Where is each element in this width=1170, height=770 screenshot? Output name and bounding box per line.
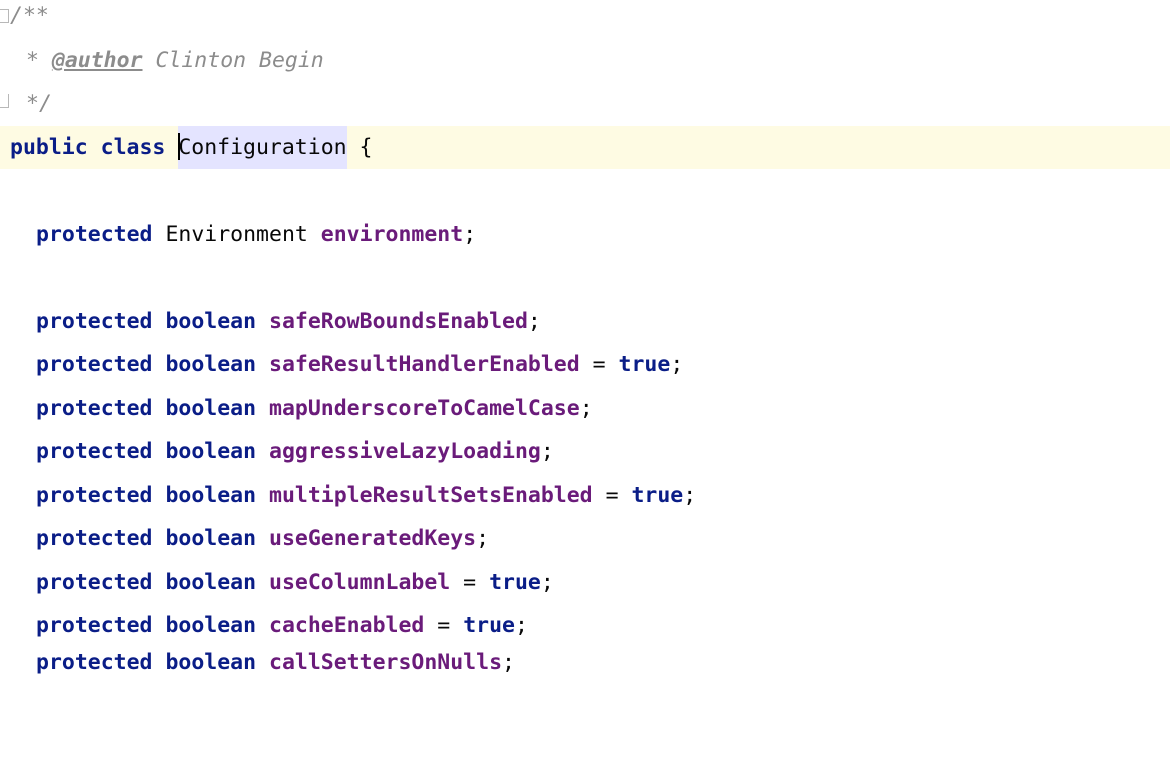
semicolon: ; — [463, 222, 477, 247]
fold-end-marker-icon[interactable] — [0, 94, 9, 108]
keyword-public: public — [10, 135, 88, 160]
field-name: useGeneratedKeys — [269, 526, 477, 551]
field-value: true — [463, 613, 515, 638]
field-declaration: protected boolean safeRowBoundsEnabled; — [36, 300, 541, 343]
author-name: Clinton Begin — [155, 48, 324, 73]
semicolon: ; — [476, 526, 490, 551]
author-tag: @author — [51, 48, 143, 73]
type-boolean: boolean — [165, 650, 257, 675]
modifier-protected: protected — [36, 352, 153, 377]
field-declaration: protected boolean aggressiveLazyLoading; — [36, 430, 554, 473]
fold-marker-icon[interactable] — [0, 9, 9, 23]
field-name: cacheEnabled — [269, 613, 425, 638]
field-declaration: protected boolean useColumnLabel = true; — [36, 561, 554, 604]
code-editor[interactable]: /** * @author Clinton Begin */ public cl… — [0, 0, 1170, 684]
assign-operator: = — [592, 483, 632, 508]
field-declaration: protected boolean mapUnderscoreToCamelCa… — [36, 387, 593, 430]
class-name: Configuration — [178, 135, 347, 160]
type-boolean: boolean — [165, 526, 257, 551]
type-boolean: boolean — [165, 483, 257, 508]
field-name: environment — [320, 222, 464, 247]
code-line-field[interactable]: protected boolean multipleResultSetsEnab… — [0, 474, 1170, 517]
field-name: callSettersOnNulls — [269, 650, 503, 675]
field-declaration: protected boolean callSettersOnNulls; — [36, 641, 515, 684]
modifier-protected: protected — [36, 222, 153, 247]
field-name: aggressiveLazyLoading — [269, 439, 541, 464]
semicolon: ; — [670, 352, 684, 377]
field-name: useColumnLabel — [269, 570, 451, 595]
modifier-protected: protected — [36, 439, 153, 464]
type-boolean: boolean — [165, 439, 257, 464]
code-line-field[interactable]: protected boolean mapUnderscoreToCamelCa… — [0, 387, 1170, 430]
field-name: safeRowBoundsEnabled — [269, 309, 528, 334]
semicolon: ; — [540, 439, 554, 464]
doc-comment-open: /** — [10, 3, 49, 28]
code-line-class-declaration[interactable]: public class Configuration { — [0, 126, 1170, 169]
code-line-doc-open[interactable]: /** — [0, 0, 1170, 37]
type-boolean: boolean — [165, 352, 257, 377]
modifier-protected: protected — [36, 309, 153, 334]
code-line-field[interactable]: protected boolean safeResultHandlerEnabl… — [0, 343, 1170, 386]
modifier-protected: protected — [36, 570, 153, 595]
semicolon: ; — [683, 483, 697, 508]
class-declaration: public class Configuration { — [10, 126, 373, 169]
field-declaration: protected boolean useGeneratedKeys; — [36, 517, 489, 560]
type-boolean: boolean — [165, 570, 257, 595]
type-boolean: boolean — [165, 396, 257, 421]
semicolon: ; — [540, 570, 554, 595]
doc-comment-author-line: * @author Clinton Begin — [26, 39, 324, 82]
assign-operator: = — [579, 352, 619, 377]
modifier-protected: protected — [36, 526, 153, 551]
field-declaration: protected boolean safeResultHandlerEnabl… — [36, 343, 683, 386]
field-name: mapUnderscoreToCamelCase — [269, 396, 580, 421]
type-boolean: boolean — [165, 309, 257, 334]
code-line-field[interactable]: protected boolean safeRowBoundsEnabled; — [0, 300, 1170, 343]
assign-operator: = — [424, 613, 464, 638]
code-line-field[interactable]: protected boolean useGeneratedKeys; — [0, 517, 1170, 560]
field-name: safeResultHandlerEnabled — [269, 352, 580, 377]
assign-operator: = — [450, 570, 490, 595]
field-value: true — [618, 352, 671, 377]
environment-field-declaration: protected Environment environment; — [36, 213, 476, 256]
code-line-environment-field[interactable]: protected Environment environment; — [0, 213, 1170, 256]
modifier-protected: protected — [36, 613, 153, 638]
semicolon: ; — [502, 650, 515, 675]
modifier-protected: protected — [36, 483, 153, 508]
type-boolean: boolean — [165, 613, 257, 638]
code-line-doc-close[interactable]: */ — [0, 82, 1170, 125]
keyword-class: class — [100, 135, 166, 160]
field-value: true — [489, 570, 541, 595]
modifier-protected: protected — [36, 396, 153, 421]
field-name: multipleResultSetsEnabled — [269, 483, 593, 508]
doc-comment-close: */ — [26, 91, 52, 116]
open-brace: { — [359, 135, 373, 160]
code-line-author[interactable]: * @author Clinton Begin — [0, 39, 1170, 82]
semicolon: ; — [514, 613, 528, 638]
class-name-highlight[interactable]: Configuration — [178, 126, 347, 169]
semicolon: ; — [579, 396, 593, 421]
text-caret — [178, 132, 181, 160]
doc-comment-star: * — [26, 48, 39, 73]
field-value: true — [631, 483, 684, 508]
field-type: Environment — [165, 222, 308, 247]
modifier-protected: protected — [36, 650, 153, 675]
field-declaration: protected boolean multipleResultSetsEnab… — [36, 474, 696, 517]
code-line-field[interactable]: protected boolean callSettersOnNulls; — [0, 641, 1170, 684]
code-line-field[interactable]: protected boolean useColumnLabel = true; — [0, 561, 1170, 604]
code-line-field[interactable]: protected boolean aggressiveLazyLoading; — [0, 430, 1170, 473]
semicolon: ; — [527, 309, 541, 334]
